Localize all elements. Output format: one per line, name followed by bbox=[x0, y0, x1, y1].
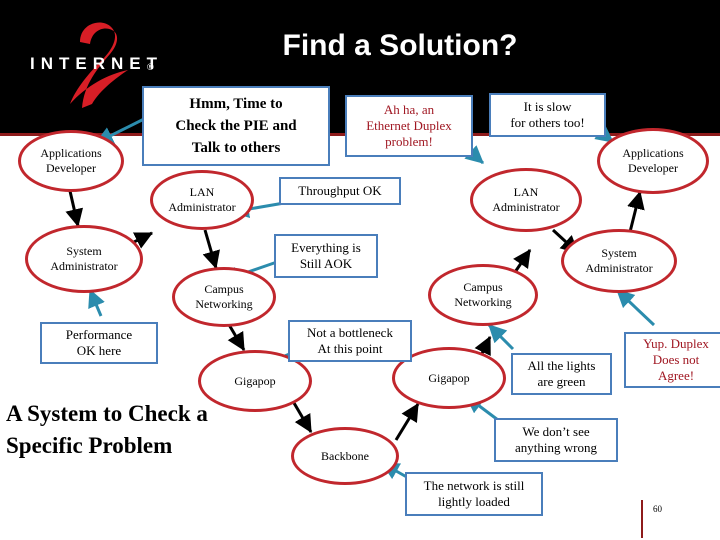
page-title: Find a Solution? bbox=[282, 29, 518, 62]
node-label: Gigapop bbox=[428, 370, 470, 385]
node-label: Campus Networking bbox=[454, 280, 512, 309]
node-right-app-dev[interactable]: Applications Developer bbox=[597, 128, 709, 194]
node-label: Gigapop bbox=[234, 373, 276, 388]
node-right-lan-admin[interactable]: LAN Administrator bbox=[470, 168, 582, 232]
callout-lights-green[interactable]: All the lights are green bbox=[511, 353, 612, 395]
node-backbone[interactable]: Backbone bbox=[291, 427, 399, 485]
callout-lightly-loaded[interactable]: The network is still lightly loaded bbox=[405, 472, 543, 516]
node-right-sys-admin[interactable]: System Administrator bbox=[561, 229, 677, 293]
logo-wordmark: INTERNET bbox=[30, 54, 163, 73]
node-label: LAN Administrator bbox=[492, 185, 560, 214]
callout-throughput-ok[interactable]: Throughput OK bbox=[279, 177, 401, 205]
callout-text: Hmm, Time to Check the PIE and Talk to oth… bbox=[175, 96, 297, 156]
callout-duplex-disagree[interactable]: Yup. Duplex Does not Agree! bbox=[624, 332, 720, 388]
node-label: Campus Networking bbox=[195, 282, 253, 311]
page-number: 60 bbox=[653, 504, 662, 514]
node-left-app-dev[interactable]: Applications Developer bbox=[18, 130, 124, 192]
node-label: System Administrator bbox=[50, 244, 118, 273]
callout-text: Performance OK here bbox=[65, 327, 133, 358]
slide-canvas: INTERNET ® Find a Solution? Applications… bbox=[0, 0, 720, 540]
callout-text: The network is still lightly loaded bbox=[423, 478, 525, 509]
node-left-lan-admin[interactable]: LAN Administrator bbox=[150, 170, 254, 230]
callout-slow-others[interactable]: It is slow for others too! bbox=[489, 93, 606, 137]
page-number-rule bbox=[641, 500, 643, 538]
bottom-heading: A System to Check a Specific Problem bbox=[6, 398, 306, 462]
callout-ahha[interactable]: Ah ha, an Ethernet Duplex problem! bbox=[345, 95, 473, 157]
callout-text: Ah ha, an Ethernet Duplex problem! bbox=[366, 102, 452, 149]
callout-text: Everything is Still AOK bbox=[291, 240, 361, 271]
node-right-campus[interactable]: Campus Networking bbox=[428, 264, 538, 326]
callout-text: All the lights are green bbox=[527, 358, 596, 389]
node-label: Backbone bbox=[321, 448, 369, 463]
node-label: Applications Developer bbox=[40, 146, 102, 175]
node-label: Applications Developer bbox=[622, 146, 684, 175]
callout-text: Not a bottleneck At this point bbox=[307, 325, 393, 356]
callout-everything-aok[interactable]: Everything is Still AOK bbox=[274, 234, 378, 278]
node-label: LAN Administrator bbox=[168, 185, 236, 214]
callout-text: It is slow for others too! bbox=[510, 99, 585, 130]
node-left-campus[interactable]: Campus Networking bbox=[172, 267, 276, 327]
callout-text: Yup. Duplex Does not Agree! bbox=[643, 336, 709, 383]
callout-performance-ok[interactable]: Performance OK here bbox=[40, 322, 158, 364]
callout-text: Throughput OK bbox=[298, 183, 382, 198]
node-label: System Administrator bbox=[585, 246, 653, 275]
node-left-sys-admin[interactable]: System Administrator bbox=[25, 225, 143, 293]
logo-registered-icon: ® bbox=[147, 62, 154, 72]
callout-text: We don’t see anything wrong bbox=[515, 424, 597, 455]
callout-hmm[interactable]: Hmm, Time to Check the PIE and Talk to oth… bbox=[142, 86, 330, 166]
callout-not-bottleneck[interactable]: Not a bottleneck At this point bbox=[288, 320, 412, 362]
bottom-heading-text: A System to Check a Specific Problem bbox=[6, 401, 208, 458]
callout-dont-see[interactable]: We don’t see anything wrong bbox=[494, 418, 618, 462]
